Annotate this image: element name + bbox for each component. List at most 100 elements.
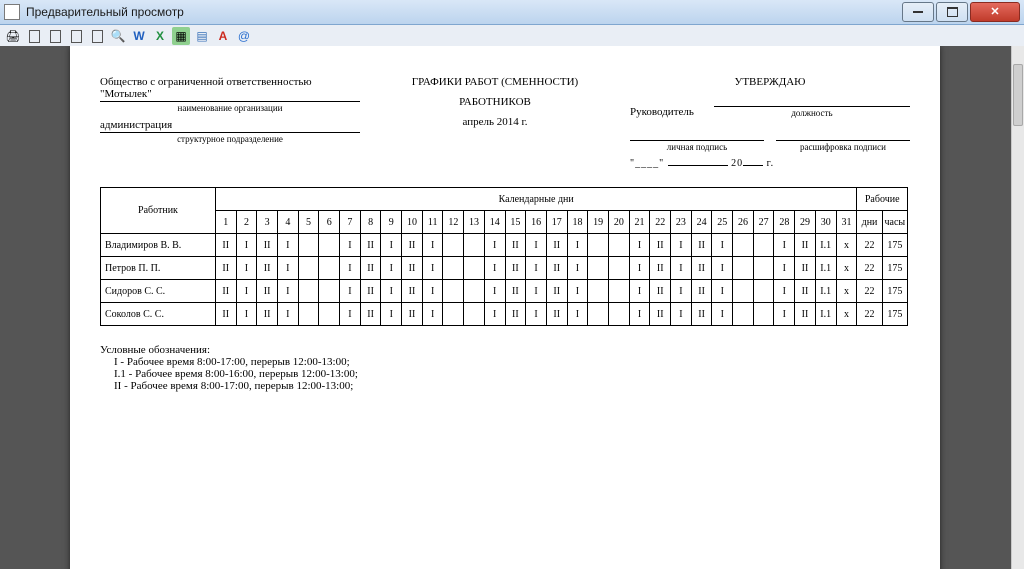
shift-cell: I.1 bbox=[815, 257, 836, 280]
shift-cell: I bbox=[277, 257, 298, 280]
org-name: Общество с ограниченной ответственностью… bbox=[100, 76, 360, 102]
export-excel-icon[interactable]: X bbox=[151, 27, 169, 45]
col-day: 15 bbox=[505, 211, 526, 234]
zoom-icon[interactable]: 🔍 bbox=[109, 27, 127, 45]
page-prev-icon[interactable] bbox=[46, 27, 64, 45]
shift-cell: I bbox=[712, 303, 733, 326]
shift-cell: II bbox=[402, 280, 423, 303]
shift-cell: I bbox=[484, 234, 505, 257]
shift-cell: II bbox=[650, 257, 671, 280]
export-word-icon[interactable]: W bbox=[130, 27, 148, 45]
shift-cell: I bbox=[340, 303, 361, 326]
col-day: 10 bbox=[402, 211, 423, 234]
legend-line: I.1 - Рабочее время 8:00-16:00, перерыв … bbox=[114, 368, 910, 380]
leader-label: Руководитель bbox=[630, 106, 694, 118]
shift-cell: II bbox=[691, 234, 712, 257]
shift-cell: I bbox=[277, 303, 298, 326]
shift-cell: I.1 bbox=[815, 234, 836, 257]
shift-cell: I bbox=[381, 257, 402, 280]
shift-cell: II bbox=[360, 257, 381, 280]
page-last-icon[interactable] bbox=[88, 27, 106, 45]
shift-cell: I bbox=[567, 303, 588, 326]
shift-cell bbox=[733, 257, 754, 280]
shift-cell: I bbox=[236, 280, 257, 303]
approve-label: УТВЕРЖДАЮ bbox=[630, 76, 910, 88]
close-button[interactable]: ✕ bbox=[970, 2, 1020, 22]
shift-cell: II bbox=[257, 257, 278, 280]
shift-cell: I bbox=[526, 280, 547, 303]
legend-line: II - Рабочее время 8:00-17:00, перерыв 1… bbox=[114, 380, 910, 392]
shift-cell: I bbox=[774, 280, 795, 303]
decode-caption: расшифровка подписи bbox=[776, 142, 910, 152]
sign-caption: личная подпись bbox=[630, 142, 764, 152]
org-caption: наименование организации bbox=[100, 103, 360, 113]
shift-cell: II bbox=[691, 303, 712, 326]
scroll-thumb[interactable] bbox=[1013, 64, 1023, 126]
shift-cell: II bbox=[215, 280, 236, 303]
maximize-button[interactable] bbox=[936, 2, 968, 22]
shift-cell: x bbox=[836, 280, 857, 303]
shift-cell: I bbox=[629, 257, 650, 280]
vertical-scrollbar[interactable] bbox=[1011, 46, 1024, 569]
shift-cell: I bbox=[526, 234, 547, 257]
shift-cell: II bbox=[257, 234, 278, 257]
export-pdf-icon[interactable]: A bbox=[214, 27, 232, 45]
summary-cell: 22 bbox=[857, 280, 882, 303]
col-day: 22 bbox=[650, 211, 671, 234]
shift-cell: I bbox=[567, 234, 588, 257]
shift-cell bbox=[464, 234, 485, 257]
shift-cell bbox=[753, 280, 774, 303]
col-day: 26 bbox=[733, 211, 754, 234]
employee-name: Сидоров С. С. bbox=[101, 280, 216, 303]
summary-cell: 22 bbox=[857, 257, 882, 280]
shift-cell bbox=[443, 303, 464, 326]
shift-cell: II bbox=[650, 303, 671, 326]
shift-cell: x bbox=[836, 257, 857, 280]
col-days: дни bbox=[857, 211, 882, 234]
shift-cell: II bbox=[360, 280, 381, 303]
shift-cell bbox=[608, 280, 629, 303]
shift-cell: I bbox=[381, 234, 402, 257]
shift-cell: I bbox=[774, 303, 795, 326]
shift-cell bbox=[733, 234, 754, 257]
shift-cell: I bbox=[629, 280, 650, 303]
col-day: 3 bbox=[257, 211, 278, 234]
page-next-icon[interactable] bbox=[67, 27, 85, 45]
shift-cell bbox=[464, 303, 485, 326]
shift-cell bbox=[753, 234, 774, 257]
shift-cell bbox=[298, 234, 319, 257]
shift-cell: I bbox=[236, 303, 257, 326]
shift-cell: II bbox=[402, 257, 423, 280]
shift-cell bbox=[298, 257, 319, 280]
shift-cell: I bbox=[629, 234, 650, 257]
col-day: 17 bbox=[546, 211, 567, 234]
summary-cell: 22 bbox=[857, 234, 882, 257]
schedule-table: Работник Календарные дни Рабочие 1234567… bbox=[100, 187, 908, 326]
col-day: 5 bbox=[298, 211, 319, 234]
send-mail-icon[interactable]: @ bbox=[235, 27, 253, 45]
shift-cell: I.1 bbox=[815, 303, 836, 326]
shift-cell: II bbox=[505, 280, 526, 303]
col-day: 2 bbox=[236, 211, 257, 234]
export-calc-icon[interactable]: ▦ bbox=[172, 27, 190, 45]
minimize-button[interactable] bbox=[902, 2, 934, 22]
shift-cell bbox=[443, 280, 464, 303]
export-csv-icon[interactable]: ▤ bbox=[193, 27, 211, 45]
col-employee: Работник bbox=[101, 188, 216, 234]
print-icon[interactable]: 🖨 bbox=[4, 27, 22, 45]
shift-cell: I bbox=[712, 257, 733, 280]
shift-cell: I bbox=[526, 303, 547, 326]
summary-cell: 175 bbox=[882, 303, 907, 326]
col-day: 4 bbox=[277, 211, 298, 234]
page-first-icon[interactable] bbox=[25, 27, 43, 45]
shift-cell: I bbox=[671, 257, 692, 280]
shift-cell: I bbox=[236, 257, 257, 280]
shift-cell: II bbox=[795, 303, 816, 326]
shift-cell: I bbox=[484, 280, 505, 303]
legend-line: I - Рабочее время 8:00-17:00, перерыв 12… bbox=[114, 356, 910, 368]
shift-cell: II bbox=[795, 257, 816, 280]
shift-cell bbox=[733, 303, 754, 326]
shift-cell: I bbox=[422, 280, 443, 303]
shift-cell: II bbox=[505, 257, 526, 280]
col-day: 24 bbox=[691, 211, 712, 234]
